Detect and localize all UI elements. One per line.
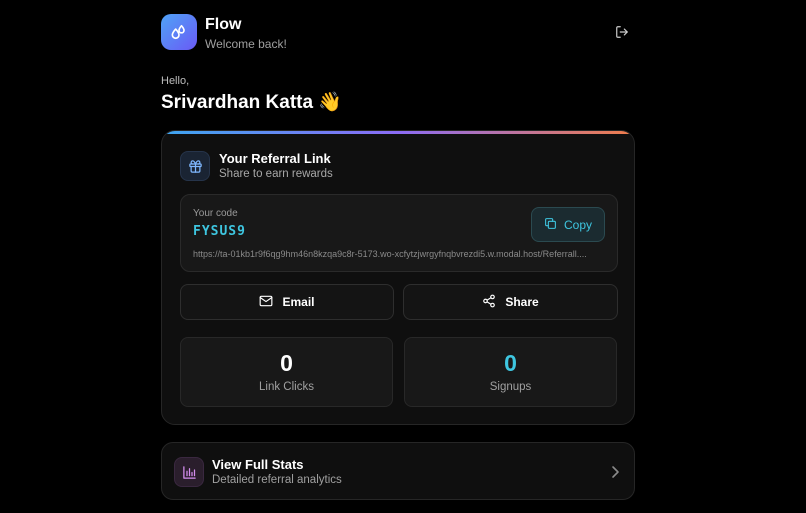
referral-code: FYSUS9 <box>193 224 246 239</box>
referral-card: Your Referral Link Share to earn rewards… <box>161 130 635 425</box>
share-label: Share <box>505 295 539 309</box>
drops-icon <box>161 14 197 50</box>
signups-value: 0 <box>504 350 517 376</box>
app-header: Flow Welcome back! <box>161 14 635 52</box>
share-icon <box>482 294 496 311</box>
signups-stat: 0 Signups <box>404 337 617 407</box>
referral-url: https://ta-01kb1r9f6qg9hm46n8kzqa9c8r-51… <box>193 249 587 259</box>
copy-icon <box>544 217 557 233</box>
logout-icon[interactable] <box>615 25 631 41</box>
referral-subtitle: Share to earn rewards <box>219 168 333 180</box>
full-stats-title: View Full Stats <box>212 457 304 472</box>
copy-label: Copy <box>563 217 592 232</box>
full-stats-subtitle: Detailed referral analytics <box>212 474 342 486</box>
view-full-stats-card[interactable]: View Full Stats Detailed referral analyt… <box>161 442 635 500</box>
greeting-hello: Hello, <box>161 75 190 87</box>
share-button[interactable]: Share <box>403 284 618 320</box>
email-label: Email <box>282 295 315 309</box>
copy-button[interactable]: Copy <box>531 207 605 242</box>
gradient-bar <box>162 131 634 134</box>
chevron-right-icon <box>610 465 620 479</box>
referral-code-box: Your code FYSUS9 Copy https://ta-01kb1r9… <box>180 194 618 272</box>
app-subtitle: Welcome back! <box>205 37 287 51</box>
bar-chart-icon <box>174 457 204 487</box>
link-clicks-value: 0 <box>280 350 293 376</box>
code-label: Your code <box>193 208 238 219</box>
signups-label: Signups <box>489 381 532 393</box>
app-title: Flow <box>205 16 242 33</box>
link-clicks-label: Link Clicks <box>259 381 314 393</box>
link-clicks-stat: 0 Link Clicks <box>180 337 393 407</box>
email-button[interactable]: Email <box>180 284 394 320</box>
gift-icon <box>180 151 210 181</box>
referral-title: Your Referral Link <box>219 151 331 166</box>
user-name: Srivardhan Katta 👋 <box>161 92 342 113</box>
mail-icon <box>259 294 273 311</box>
